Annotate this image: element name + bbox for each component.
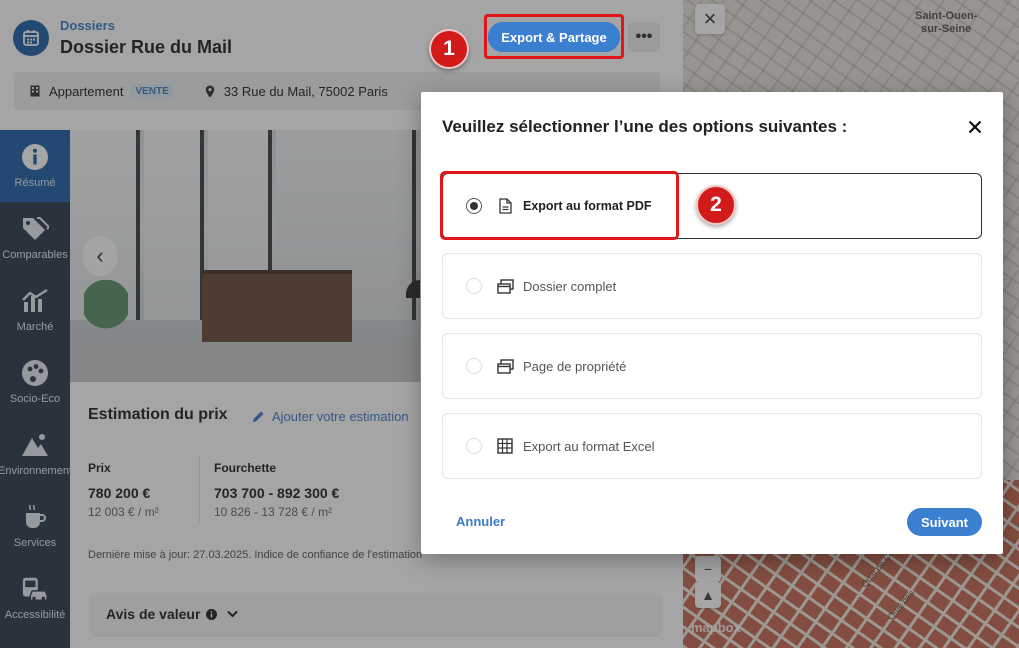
option-label: Export au format Excel (523, 438, 655, 454)
export-options-dialog: Veuillez sélectionner l’une des options … (421, 92, 1003, 554)
radio-unselected[interactable] (466, 278, 482, 294)
option-export-excel[interactable]: Export au format Excel (442, 413, 982, 479)
annotation-frame-export (484, 14, 624, 59)
windows-icon (496, 357, 514, 375)
option-label: Dossier complet (523, 278, 617, 294)
radio-unselected[interactable] (466, 438, 482, 454)
step-badge-2: 2 (696, 185, 736, 225)
step-badge-1: 1 (429, 29, 469, 69)
option-dossier-complet[interactable]: Dossier complet (442, 253, 982, 319)
next-button[interactable]: Suivant (907, 508, 982, 536)
dialog-close-button[interactable] (964, 116, 986, 138)
close-icon (968, 120, 982, 134)
table-icon (496, 437, 514, 455)
annotation-frame-pdf (440, 171, 679, 240)
dialog-title: Veuillez sélectionner l’une des options … (442, 117, 848, 136)
windows-icon (496, 277, 514, 295)
option-page-propriete[interactable]: Page de propriété (442, 333, 982, 399)
radio-unselected[interactable] (466, 358, 482, 374)
cancel-button[interactable]: Annuler (456, 514, 505, 529)
option-label: Page de propriété (523, 358, 627, 374)
